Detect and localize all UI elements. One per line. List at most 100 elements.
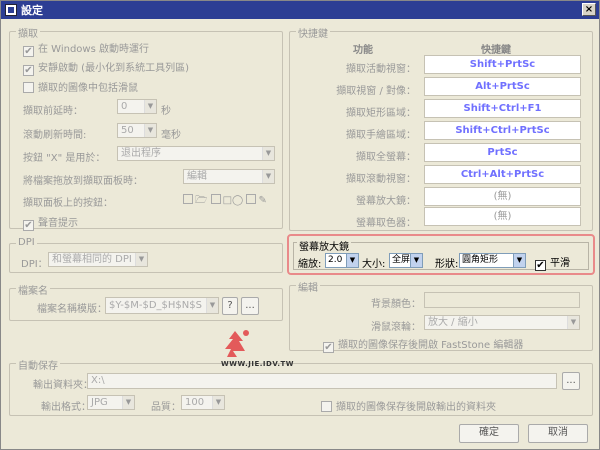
folder-label: 輸出資料夾： bbox=[33, 380, 93, 391]
opt-open-folder[interactable]: 擷取的圖像保存後開啟輸出的資料夾 bbox=[321, 398, 496, 413]
start-minimized-label: 安靜啟動 (最小化到系統工具列區) bbox=[38, 63, 189, 74]
chevron-down-icon: ▼ bbox=[567, 316, 579, 329]
editor-group-title: 編輯 bbox=[296, 279, 320, 294]
x-button-value: 退出程序 bbox=[121, 148, 161, 159]
shape-label: 形狀: bbox=[435, 259, 459, 270]
hotkey-label: 擷取滾動視窗： bbox=[346, 174, 416, 185]
size-label: 大小: bbox=[362, 259, 386, 270]
window-title: 設定 bbox=[21, 4, 43, 17]
format-label: 輸出格式： bbox=[41, 402, 91, 413]
folder-open-icon: 🗁 bbox=[195, 195, 208, 206]
open-faststone-label: 擷取的圖像保存後開啟 FastStone 編輯器 bbox=[338, 340, 524, 351]
filename-group-title: 檔案名 bbox=[16, 282, 50, 297]
hotkey-field[interactable]: Alt+PrtSc bbox=[424, 77, 581, 96]
dpi-label: DPI： bbox=[21, 259, 48, 270]
zoom-value: 2.0 bbox=[328, 255, 343, 265]
x-button-label: 按鈕 "X" 是用於： bbox=[23, 153, 106, 164]
sound-label: 聲音提示 bbox=[38, 218, 78, 229]
shape-value: 圓角矩形 bbox=[462, 255, 499, 265]
quality-select[interactable]: 100 ▼ bbox=[181, 395, 225, 410]
quality-label: 品質： bbox=[151, 402, 181, 413]
magnifier-group-title: 螢幕放大鏡 bbox=[297, 238, 351, 253]
include-cursor-checkbox[interactable] bbox=[23, 82, 34, 93]
hotkey-field[interactable]: (無) bbox=[424, 207, 581, 226]
panel-button-checkbox[interactable] bbox=[246, 194, 257, 204]
chevron-down-icon: ▼ bbox=[262, 170, 274, 183]
scroll-select[interactable]: 50 ▼ bbox=[117, 123, 157, 138]
smooth-label: 平滑 bbox=[550, 258, 570, 269]
smooth-checkbox[interactable] bbox=[535, 260, 546, 271]
open-folder-checkbox[interactable] bbox=[321, 401, 332, 412]
format-value: JPG bbox=[91, 397, 108, 408]
hotkey-label: 擷取視窗 / 對像： bbox=[336, 86, 416, 97]
watermark-logo: WWW.JIE.IDV.TW bbox=[213, 327, 313, 377]
open-folder-label: 擷取的圖像保存後開啟輸出的資料夾 bbox=[336, 402, 496, 413]
wheel-select[interactable]: 放大 / 縮小 ▼ bbox=[424, 315, 580, 330]
zoom-select[interactable]: 2.0 ▼ bbox=[325, 253, 359, 268]
scroll-value: 50 bbox=[121, 125, 134, 136]
sound-checkbox[interactable] bbox=[23, 220, 34, 231]
folder-input[interactable]: X:\ bbox=[87, 373, 557, 389]
hotkey-label: 螢幕取色器： bbox=[356, 218, 416, 229]
hotkey-field[interactable]: Shift+Ctrl+F1 bbox=[424, 99, 581, 118]
close-button[interactable]: × bbox=[582, 3, 596, 16]
panel-button-checkbox[interactable] bbox=[183, 194, 193, 204]
hotkey-label: 螢幕放大鏡： bbox=[356, 196, 416, 207]
dpi-group-title: DPI bbox=[16, 237, 37, 248]
bg-color-label: 背景顏色： bbox=[371, 299, 421, 310]
opt-start-windows[interactable]: 在 Windows 啟動時運行 bbox=[23, 40, 149, 57]
scroll-label: 滾動刷新時間: bbox=[23, 130, 87, 141]
wheel-value: 放大 / 縮小 bbox=[428, 317, 478, 328]
circle-icon: ◯ bbox=[232, 195, 244, 206]
start-minimized-checkbox[interactable] bbox=[23, 65, 34, 76]
settings-window: 設定 × 擷取 在 Windows 啟動時運行 安靜啟動 (最小化到系統工具列區… bbox=[0, 0, 600, 450]
opt-open-faststone[interactable]: 擷取的圖像保存後開啟 FastStone 編輯器 bbox=[323, 336, 523, 353]
quality-value: 100 bbox=[185, 397, 205, 408]
title-bar: 設定 × bbox=[1, 1, 599, 19]
chevron-down-icon: ▼ bbox=[346, 254, 358, 267]
filename-help-button[interactable]: ? bbox=[222, 297, 238, 315]
filename-input[interactable]: $Y-$M-$D_$H$N$S ▼ bbox=[105, 297, 219, 314]
opt-smooth[interactable]: 平滑 bbox=[535, 254, 570, 271]
hotkey-field[interactable]: PrtSc bbox=[424, 143, 581, 162]
drag-label: 將檔案拖放到擷取面板時： bbox=[23, 176, 143, 187]
hotkey-field[interactable]: (無) bbox=[424, 187, 581, 206]
start-windows-checkbox[interactable] bbox=[23, 46, 34, 57]
bg-color-swatch[interactable] bbox=[424, 292, 580, 308]
rectangle-icon: □ bbox=[222, 195, 233, 206]
chevron-down-icon: ▼ bbox=[144, 100, 156, 113]
dpi-select[interactable]: 和螢幕相同的 DPI ▼ bbox=[48, 252, 148, 267]
shape-select[interactable]: 圓角矩形 ▼ bbox=[459, 253, 526, 268]
start-windows-label: 在 Windows 啟動時運行 bbox=[38, 44, 149, 55]
hotkeys-group-title: 快捷鍵 bbox=[296, 25, 330, 40]
delay-select[interactable]: 0 ▼ bbox=[117, 99, 157, 114]
hotkeys-col-hotkey: 快捷鍵 bbox=[481, 45, 511, 56]
opt-sound[interactable]: 聲音提示 bbox=[23, 214, 78, 231]
eyedropper-icon: ✎ bbox=[258, 195, 267, 206]
wheel-label: 滑鼠滾輪： bbox=[371, 322, 421, 333]
cancel-button[interactable]: 取消 bbox=[528, 424, 588, 443]
drag-select[interactable]: 編輯 ▼ bbox=[183, 169, 275, 184]
opt-start-minimized[interactable]: 安靜啟動 (最小化到系統工具列區) bbox=[23, 59, 189, 76]
chevron-down-icon: ▼ bbox=[513, 254, 525, 267]
app-icon bbox=[5, 4, 17, 16]
filename-more-button[interactable]: ... bbox=[241, 297, 259, 315]
hotkey-field[interactable]: Ctrl+Alt+PrtSc bbox=[424, 165, 581, 184]
x-button-select[interactable]: 退出程序 ▼ bbox=[117, 146, 275, 161]
format-select[interactable]: JPG ▼ bbox=[87, 395, 135, 410]
hotkey-field[interactable]: Shift+PrtSc bbox=[424, 55, 581, 74]
panel-button-checkbox[interactable] bbox=[210, 194, 221, 204]
capture-group-title: 擷取 bbox=[16, 25, 40, 40]
opt-include-cursor[interactable]: 擷取的圖像中包括滑鼠 bbox=[23, 79, 138, 94]
browse-folder-button[interactable]: ... bbox=[562, 372, 580, 390]
filename-value: $Y-$M-$D_$H$N$S bbox=[109, 300, 202, 311]
ok-button[interactable]: 確定 bbox=[459, 424, 519, 443]
chevron-down-icon: ▼ bbox=[144, 124, 156, 137]
panel-buttons-label: 擷取面板上的按鈕： bbox=[23, 198, 113, 209]
size-select[interactable]: 全屏 ▼ bbox=[389, 253, 423, 268]
drag-value: 編輯 bbox=[187, 171, 207, 182]
delay-value: 0 bbox=[121, 101, 128, 112]
open-faststone-checkbox[interactable] bbox=[323, 342, 334, 353]
chevron-down-icon: ▼ bbox=[135, 253, 147, 266]
hotkey-field[interactable]: Shift+Ctrl+PrtSc bbox=[424, 121, 581, 140]
